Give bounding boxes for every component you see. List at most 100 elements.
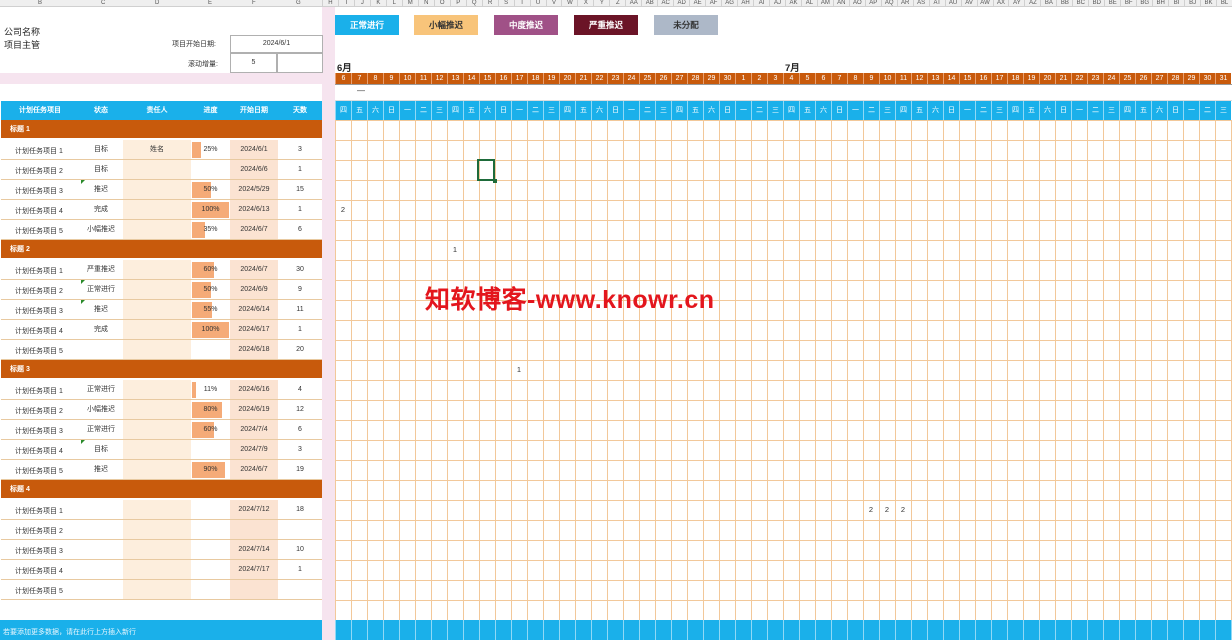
section-header[interactable]: 标题 1: [1, 120, 322, 138]
task-start-date[interactable]: [230, 580, 278, 599]
header-status[interactable]: 状态: [79, 101, 123, 120]
task-row[interactable]: 计划任务项目 5 2024/6/18 20: [1, 340, 322, 360]
task-start-date[interactable]: 2024/6/7: [230, 220, 278, 239]
col-header-gantt[interactable]: AG: [721, 0, 737, 6]
task-row[interactable]: 计划任务项目 2 目标 2024/6/6 1: [1, 160, 322, 180]
task-name[interactable]: 计划任务项目 5: [1, 582, 79, 601]
col-header-gantt[interactable]: Q: [465, 0, 482, 6]
col-header-gantt[interactable]: AV: [960, 0, 977, 6]
task-name[interactable]: 计划任务项目 1: [1, 382, 79, 401]
col-header-gantt[interactable]: AI: [753, 0, 769, 6]
selected-cell-cursor[interactable]: [477, 159, 495, 181]
task-start-date[interactable]: 2024/6/7: [230, 260, 278, 279]
task-progress[interactable]: 100%: [191, 320, 230, 339]
col-header-gantt[interactable]: AK: [784, 0, 801, 6]
task-status[interactable]: 目标: [79, 140, 123, 159]
col-header-gantt[interactable]: O: [433, 0, 450, 6]
task-status[interactable]: 正常进行: [79, 380, 123, 399]
task-name[interactable]: 计划任务项目 2: [1, 162, 79, 181]
col-header-gantt[interactable]: AZ: [1024, 0, 1040, 6]
gantt-cell-value[interactable]: 2: [895, 500, 911, 520]
col-header-gantt[interactable]: AB: [641, 0, 657, 6]
start-date-input[interactable]: 2024/6/1: [230, 35, 323, 53]
task-row[interactable]: 计划任务项目 3 推迟 50% 2024/5/29 15: [1, 180, 322, 200]
task-days[interactable]: 30: [278, 260, 322, 279]
gantt-cell-value[interactable]: 1: [447, 240, 463, 260]
header-progress[interactable]: 进度: [191, 101, 230, 120]
col-header-gantt[interactable]: K: [369, 0, 386, 6]
task-status[interactable]: 完成: [79, 200, 123, 219]
task-owner[interactable]: [123, 580, 191, 599]
task-days[interactable]: [278, 520, 322, 539]
task-days[interactable]: 12: [278, 400, 322, 419]
header-days[interactable]: 天数: [278, 101, 322, 120]
task-days[interactable]: 19: [278, 460, 322, 479]
task-days[interactable]: 1: [278, 160, 322, 179]
col-header-gantt[interactable]: R: [481, 0, 498, 6]
task-name[interactable]: 计划任务项目 3: [1, 422, 79, 441]
task-start-date[interactable]: [230, 520, 278, 539]
section-header[interactable]: 标题 2: [1, 240, 322, 258]
task-status[interactable]: 严重推迟: [79, 260, 123, 279]
task-progress[interactable]: 50%: [191, 280, 230, 299]
task-start-date[interactable]: 2024/6/7: [230, 460, 278, 479]
task-progress[interactable]: [191, 340, 230, 359]
col-header-gantt[interactable]: AR: [896, 0, 913, 6]
col-header-gantt[interactable]: BL: [1216, 0, 1232, 6]
task-row[interactable]: 计划任务项目 5: [1, 580, 322, 600]
col-header-gantt[interactable]: J: [353, 0, 370, 6]
scroll-increment-input[interactable]: 5: [230, 53, 277, 73]
col-header-C[interactable]: C: [101, 0, 105, 6]
task-days[interactable]: 20: [278, 340, 322, 359]
gantt-cell-value[interactable]: 2: [879, 500, 895, 520]
col-header-gantt[interactable]: X: [577, 0, 593, 6]
task-name[interactable]: 计划任务项目 5: [1, 462, 79, 481]
task-start-date[interactable]: 2024/6/9: [230, 280, 278, 299]
task-row[interactable]: 计划任务项目 2 正常进行 50% 2024/6/9 9: [1, 280, 322, 300]
task-days[interactable]: 1: [278, 200, 322, 219]
task-row[interactable]: 计划任务项目 2 小幅推迟 80% 2024/6/19 12: [1, 400, 322, 420]
col-header-gantt[interactable]: W: [561, 0, 577, 6]
task-owner[interactable]: [123, 320, 191, 339]
col-header-gantt[interactable]: L: [385, 0, 402, 6]
task-row[interactable]: 计划任务项目 3 2024/7/14 10: [1, 540, 322, 560]
task-owner[interactable]: [123, 180, 191, 199]
task-progress[interactable]: 35%: [191, 220, 230, 239]
task-days[interactable]: 4: [278, 380, 322, 399]
col-header-gantt[interactable]: AS: [912, 0, 929, 6]
task-progress[interactable]: 55%: [191, 300, 230, 319]
task-days[interactable]: 6: [278, 220, 322, 239]
task-row[interactable]: 计划任务项目 1 目标 姓名 25% 2024/6/1 3: [1, 140, 322, 160]
col-header-gantt[interactable]: BH: [1152, 0, 1168, 6]
task-days[interactable]: 3: [278, 440, 322, 459]
task-progress[interactable]: [191, 160, 230, 179]
task-row[interactable]: 计划任务项目 3 推迟 55% 2024/6/14 11: [1, 300, 322, 320]
section-header[interactable]: 标题 3: [1, 360, 322, 378]
col-header-gantt[interactable]: M: [401, 0, 418, 6]
task-name[interactable]: 计划任务项目 3: [1, 302, 79, 321]
col-header-gantt[interactable]: P: [449, 0, 466, 6]
task-status[interactable]: 正常进行: [79, 420, 123, 439]
task-status[interactable]: [79, 540, 123, 559]
task-name[interactable]: 计划任务项目 1: [1, 262, 79, 281]
task-owner[interactable]: [123, 340, 191, 359]
col-header-gantt[interactable]: AP: [864, 0, 881, 6]
task-status[interactable]: 目标: [79, 440, 123, 459]
task-progress[interactable]: 50%: [191, 180, 230, 199]
task-start-date[interactable]: 2024/6/6: [230, 160, 278, 179]
task-name[interactable]: 计划任务项目 2: [1, 522, 79, 541]
task-name[interactable]: 计划任务项目 1: [1, 142, 79, 161]
task-row[interactable]: 计划任务项目 4 2024/7/17 1: [1, 560, 322, 580]
col-header-gantt[interactable]: S: [497, 0, 514, 6]
task-name[interactable]: 计划任务项目 5: [1, 342, 79, 361]
task-status[interactable]: 推迟: [79, 180, 123, 199]
col-header-gantt[interactable]: AJ: [769, 0, 785, 6]
task-row[interactable]: 计划任务项目 4 目标 2024/7/9 3: [1, 440, 322, 460]
task-progress[interactable]: [191, 580, 230, 599]
task-status[interactable]: 正常进行: [79, 280, 123, 299]
task-row[interactable]: 计划任务项目 1 正常进行 11% 2024/6/16 4: [1, 380, 322, 400]
task-progress[interactable]: 80%: [191, 400, 230, 419]
task-row[interactable]: 计划任务项目 4 完成 100% 2024/6/13 1: [1, 200, 322, 220]
col-header-gantt[interactable]: BE: [1104, 0, 1120, 6]
task-status[interactable]: 完成: [79, 320, 123, 339]
